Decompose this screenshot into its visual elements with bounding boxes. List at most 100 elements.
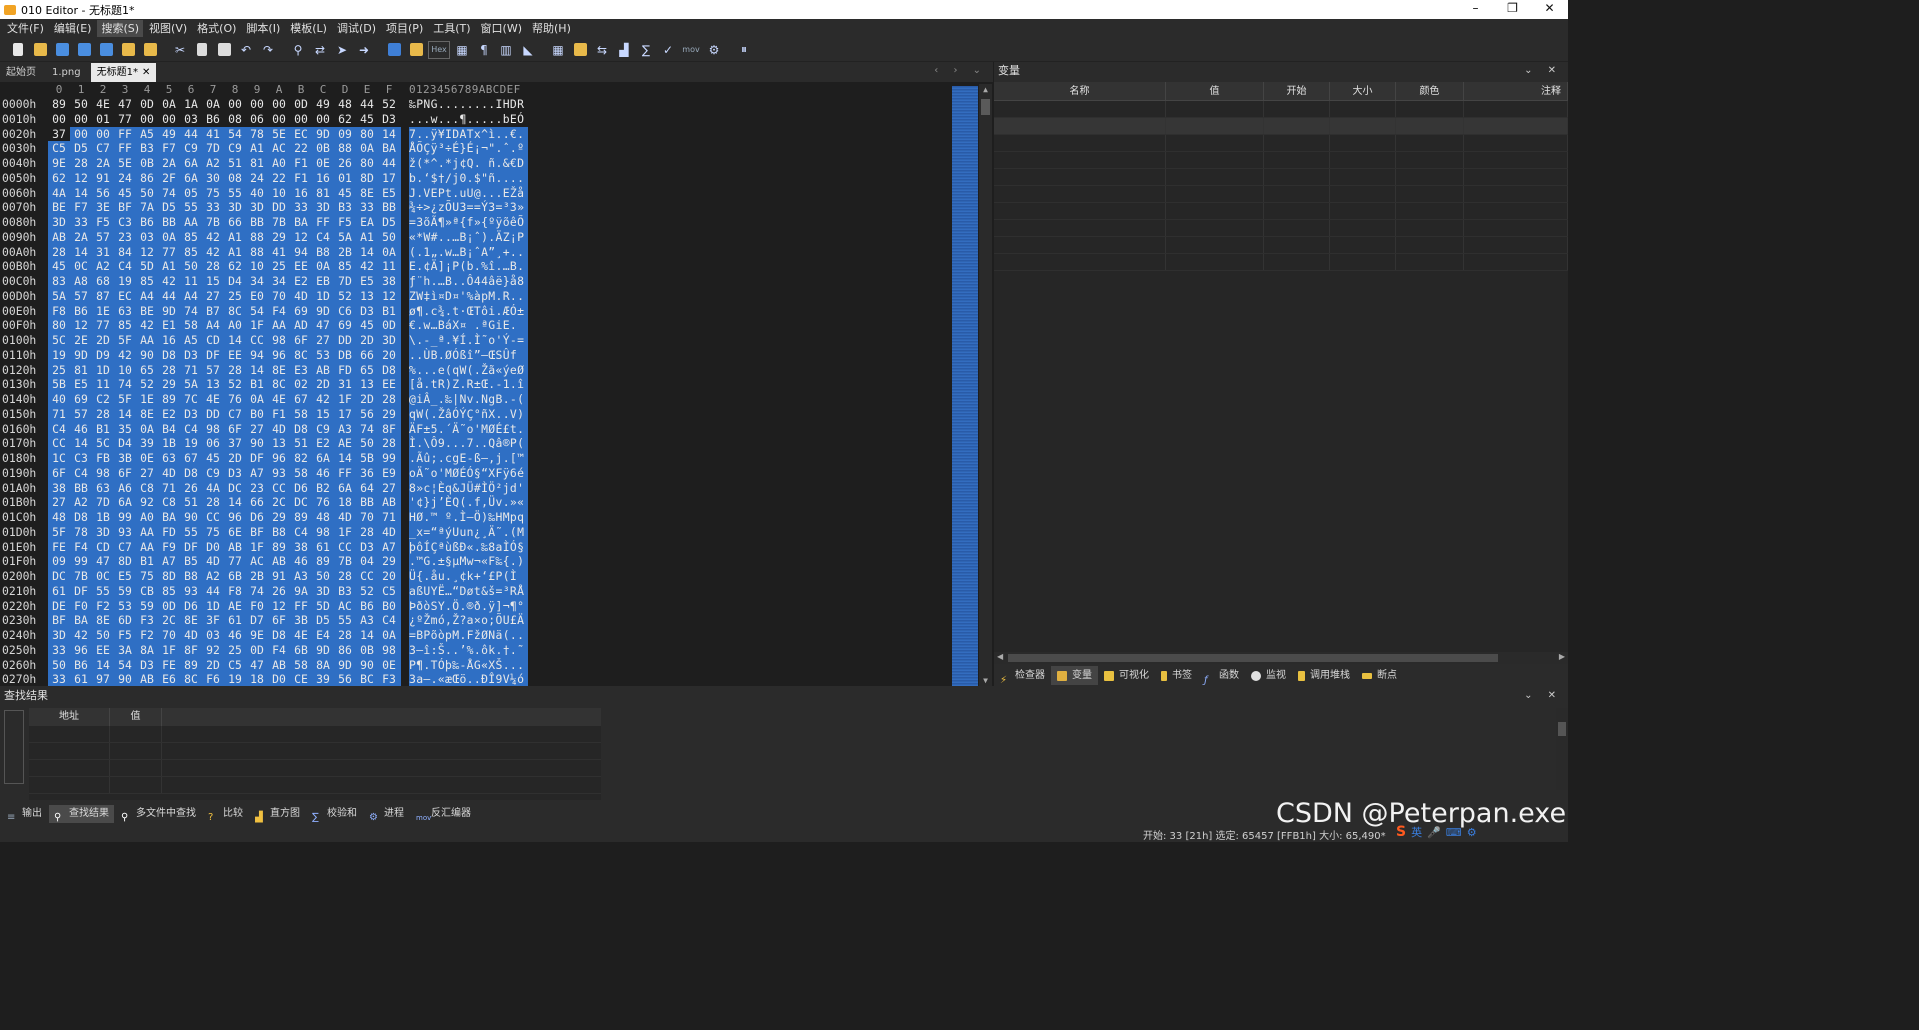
hex-row[interactable]: 01D0h 5F 78 3D 93 AA FD 55 75 6E BF B8 C4 98 1F 28 4D _x=… [0, 524, 950, 540]
hex-byte[interactable]: 15 [202, 274, 224, 289]
hex-byte[interactable]: 89 [48, 97, 70, 112]
hex-byte[interactable]: 01 [92, 112, 114, 127]
hex-byte[interactable]: 90 [114, 672, 136, 686]
hex-byte[interactable]: 4E [92, 97, 114, 112]
hex-byte[interactable]: A3 [356, 613, 378, 628]
hex-byte[interactable]: 66 [356, 348, 378, 363]
hex-byte[interactable]: 15 [312, 407, 334, 422]
variable-row[interactable] [994, 118, 1568, 135]
hex-byte[interactable]: 5F [114, 392, 136, 407]
hex-byte[interactable]: 20 [378, 569, 400, 584]
hex-byte[interactable]: 82 [290, 451, 312, 466]
hex-byte[interactable]: 14 [356, 628, 378, 643]
hex-byte[interactable]: 87 [92, 289, 114, 304]
hex-byte[interactable]: 9D [312, 127, 334, 142]
find-scroll-thumb[interactable] [1558, 722, 1566, 736]
hex-byte[interactable]: 3B [114, 451, 136, 466]
hex-byte[interactable]: BB [246, 215, 268, 230]
hex-byte[interactable]: 23 [114, 230, 136, 245]
row-ascii[interactable]: @iÂ_.‰|Nv.NgB.-( [409, 392, 528, 407]
hex-byte[interactable]: 80 [48, 318, 70, 333]
hex-byte[interactable]: E1 [158, 318, 180, 333]
hex-byte[interactable]: 8E [268, 363, 290, 378]
hex-row[interactable]: 0200h DC 7B 0C E5 75 8D B8 A2 6B 2B 91 A3 50 28 CC 20 Ü{.… [0, 569, 950, 584]
hex-byte[interactable]: 7B [70, 569, 92, 584]
undo-icon[interactable]: ↶ [236, 41, 256, 59]
menu-templates[interactable]: 模板(L) [286, 20, 331, 37]
hex-byte[interactable]: 42 [158, 274, 180, 289]
variable-row[interactable] [994, 186, 1568, 203]
hex-byte[interactable]: 81 [246, 156, 268, 171]
hex-byte[interactable]: 77 [158, 245, 180, 260]
hex-byte[interactable]: 62 [224, 259, 246, 274]
hex-byte[interactable]: EE [378, 377, 400, 392]
hex-byte[interactable]: 71 [378, 510, 400, 525]
hex-row[interactable]: 0230h BF BA 8E 6D F3 2C 8E 3F 61 D7 6F 3B D5 55 A3 C4 ¿ºŽ… [0, 613, 950, 628]
columns-icon[interactable]: ▥ [496, 41, 516, 59]
hex-row[interactable]: 0070h BE F7 3E BF 7A D5 55 33 3D 3D DD 33 3D B3 33 BB ¾÷>… [0, 200, 950, 215]
hex-byte[interactable]: A0 [268, 156, 290, 171]
hex-byte[interactable]: 28 [92, 407, 114, 422]
hex-byte[interactable]: 0B [136, 156, 158, 171]
hex-byte[interactable]: 10 [246, 259, 268, 274]
hex-byte[interactable]: 44 [158, 289, 180, 304]
tab-compare[interactable]: ? 比较 [203, 805, 248, 823]
hex-byte[interactable]: 67 [180, 451, 202, 466]
hex-byte[interactable]: C4 [70, 466, 92, 481]
hex-byte[interactable]: 70 [158, 628, 180, 643]
row-ascii[interactable]: ž(*^.*j¢Q. ñ.&€D [409, 156, 528, 171]
hex-byte[interactable]: 69 [290, 304, 312, 319]
hex-byte[interactable]: 5A [48, 289, 70, 304]
hex-byte[interactable]: 52 [334, 289, 356, 304]
row-ascii[interactable]: Ü{.åu.¸¢k+‘£P(Ì [409, 569, 528, 584]
hex-byte[interactable]: 46 [312, 466, 334, 481]
hex-byte[interactable]: DF [180, 540, 202, 555]
hex-byte[interactable]: 31 [92, 245, 114, 260]
hex-byte[interactable]: 47 [246, 658, 268, 673]
hex-byte[interactable]: 2B [246, 569, 268, 584]
find-row[interactable] [29, 760, 601, 777]
hex-byte[interactable]: 33 [48, 643, 70, 658]
hex-byte[interactable]: 31 [334, 377, 356, 392]
hex-byte[interactable]: E5 [70, 377, 92, 392]
hex-byte[interactable]: BB [158, 215, 180, 230]
tab-navigation[interactable]: ‹ › ⌄ [934, 65, 987, 76]
hex-byte[interactable]: D3 [180, 407, 202, 422]
hex-byte[interactable]: 80 [356, 127, 378, 142]
hex-byte[interactable]: C9 [180, 141, 202, 156]
hex-byte[interactable]: 11 [378, 259, 400, 274]
hex-byte[interactable]: 14 [356, 245, 378, 260]
hex-byte[interactable]: DC [290, 495, 312, 510]
hex-byte[interactable]: 1F [246, 540, 268, 555]
hex-byte[interactable]: CC [48, 436, 70, 451]
hex-byte[interactable]: 14 [70, 245, 92, 260]
hex-byte[interactable]: 38 [290, 540, 312, 555]
hex-byte[interactable]: 28 [202, 495, 224, 510]
hex-row[interactable]: 0120h 25 81 1D 10 65 28 71 57 28 14 8E E3 AB FD 65 D8%..… [0, 362, 950, 378]
hex-byte[interactable]: 29 [268, 230, 290, 245]
hex-byte[interactable]: C9 [202, 466, 224, 481]
hex-byte[interactable]: EE [290, 259, 312, 274]
col-value[interactable]: 值 [1166, 82, 1264, 100]
hex-byte[interactable]: 63 [92, 481, 114, 496]
hex-byte[interactable]: 9D [312, 304, 334, 319]
row-ascii[interactable]: ZW‡ì¤D¤'%àpM.R.. [409, 288, 528, 304]
hex-byte[interactable]: 0E [378, 658, 400, 673]
hex-byte[interactable]: 27 [246, 422, 268, 437]
hex-byte[interactable]: 12 [136, 245, 158, 260]
hex-byte[interactable]: 06 [202, 436, 224, 451]
hex-byte[interactable]: 42 [312, 392, 334, 407]
hex-byte[interactable]: A6 [114, 481, 136, 496]
hex-row[interactable]: 0000h 89 50 4E 47 0D 0A 1A 0A 00 00 00 0D 49 48 44 52 ‰PN… [0, 97, 950, 112]
hex-byte[interactable]: 24 [114, 171, 136, 186]
hex-byte[interactable]: F9 [158, 540, 180, 555]
hex-row[interactable]: 0160h C4 46 B1 35 0A B4 C4 98 6F 27 4D D8 C9 A3 74 8F ÄF±… [0, 421, 950, 437]
hex-byte[interactable]: 47 [312, 318, 334, 333]
row-ascii[interactable]: =3õÃ¶»ª{f»{ºÿõêÕ [409, 215, 528, 230]
hex-byte[interactable]: 26 [334, 156, 356, 171]
hex-byte[interactable]: 29 [158, 377, 180, 392]
hex-byte[interactable]: 50 [312, 569, 334, 584]
col-name[interactable]: 名称 [994, 82, 1166, 100]
hex-byte[interactable]: 00 [290, 112, 312, 127]
hex-byte[interactable]: 55 [92, 584, 114, 599]
